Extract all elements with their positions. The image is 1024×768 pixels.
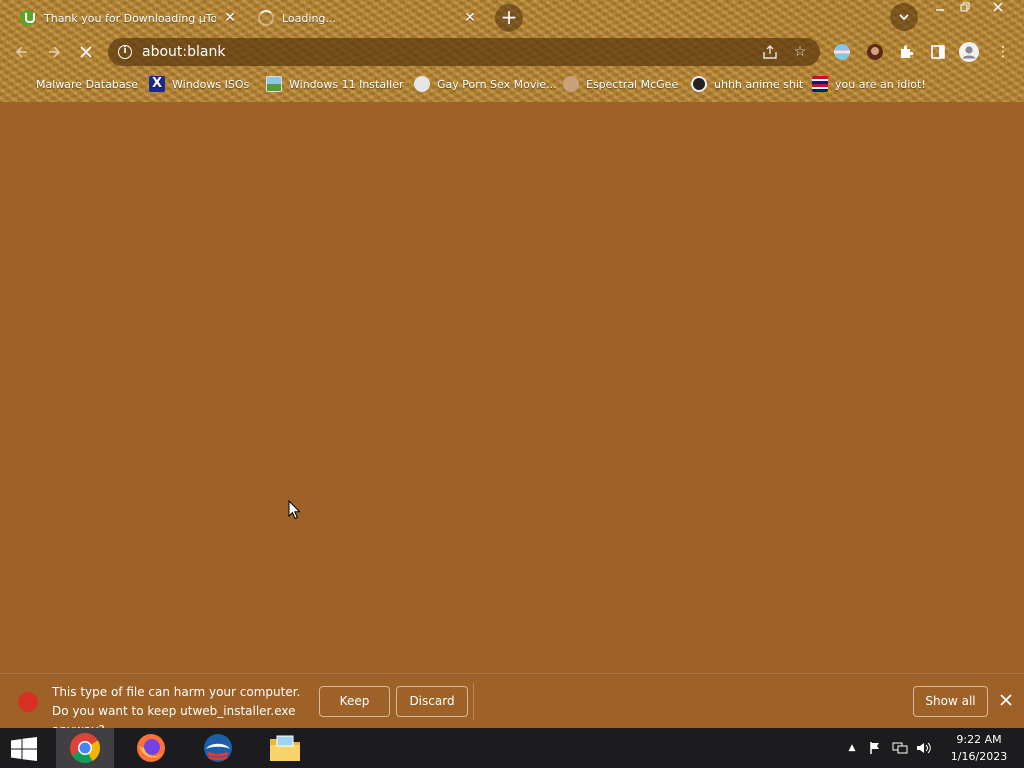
bookmark-label: Windows ISOs <box>172 77 250 91</box>
loading-spinner-icon <box>258 10 274 26</box>
bookmark-windows-isos[interactable]: X Windows ISOs <box>149 74 249 94</box>
tab-title: Thank you for Downloading µTorrent <box>44 11 216 25</box>
bookmark-label: Windows 11 Installer <box>289 77 404 91</box>
close-window-button[interactable] <box>986 0 1010 18</box>
minimize-icon <box>936 9 944 11</box>
bookmark-malware-database[interactable]: Malware Database <box>13 74 138 94</box>
tab-utorrent[interactable]: Thank you for Downloading µTorrent ✕ <box>8 4 246 32</box>
tab-search-button[interactable] <box>890 3 918 31</box>
clock-date: 1/16/2023 <box>950 750 1008 763</box>
profile-extension-icon[interactable] <box>864 41 886 63</box>
flag-icon <box>812 76 828 92</box>
utorrent-icon <box>20 10 36 26</box>
bookmark-label: Malware Database <box>36 77 139 91</box>
danger-warning-icon <box>18 692 38 712</box>
show-all-button[interactable]: Show all <box>913 686 988 717</box>
stop-button[interactable] <box>74 40 98 64</box>
close-shelf-button[interactable] <box>996 691 1016 711</box>
page-content[interactable] <box>0 102 1024 673</box>
close-icon[interactable]: ✕ <box>222 10 238 26</box>
taskbar-edge[interactable] <box>189 728 247 768</box>
share-icon[interactable] <box>760 42 780 62</box>
download-shelf: This type of file can harm your computer… <box>0 673 1024 737</box>
close-icon <box>993 2 1003 12</box>
bookmark-espectral-mcgee[interactable]: Espectral McGee <box>563 74 678 94</box>
tab-loading[interactable]: Loading... ✕ <box>250 4 486 32</box>
show-hidden-icons-chevron-up-icon[interactable]: ▲ <box>843 740 861 756</box>
arrow-left-icon <box>15 46 27 58</box>
menu-kebab-icon[interactable]: ⋮ <box>992 41 1014 63</box>
bookmark-you-are-an-idiot[interactable]: you are an idiot! <box>812 74 926 94</box>
taskbar-chrome[interactable] <box>56 728 114 768</box>
bookmark-site[interactable]: Gay Porn Sex Movie... <box>414 74 557 94</box>
extensions-puzzle-icon[interactable] <box>895 41 917 63</box>
chevron-down-icon <box>899 14 909 21</box>
info-icon[interactable]: i <box>118 45 132 59</box>
image-icon <box>266 76 282 92</box>
minimize-button[interactable] <box>928 0 952 18</box>
windows-start-icon[interactable] <box>10 737 38 761</box>
forward-button[interactable] <box>42 40 66 64</box>
bookmark-anime[interactable]: uhhh anime shit <box>691 74 803 94</box>
shelf-divider <box>473 683 474 720</box>
bookmark-label: Espectral McGee <box>586 77 679 91</box>
back-button[interactable] <box>10 40 34 64</box>
restore-button[interactable] <box>953 0 977 18</box>
bookmark-label: you are an idiot! <box>835 77 926 91</box>
address-bar[interactable]: i about:blank ☆ <box>108 38 820 66</box>
url-text[interactable]: about:blank <box>142 44 760 60</box>
mouse-cursor-icon <box>288 500 300 520</box>
profile-avatar-icon[interactable] <box>958 41 980 63</box>
browser-chrome: Thank you for Downloading µTorrent ✕ Loa… <box>0 0 1024 102</box>
bookmark-label: Gay Porn Sex Movie... <box>437 77 557 91</box>
taskbar: ▲ 9:22 AM 1/16/2023 <box>0 728 1024 768</box>
side-panel-icon[interactable] <box>927 41 949 63</box>
tab-title: Loading... <box>282 11 336 25</box>
keep-button[interactable]: Keep <box>319 686 390 717</box>
close-icon <box>1000 694 1012 706</box>
close-icon[interactable]: ✕ <box>462 10 478 26</box>
taskbar-firefox[interactable] <box>122 728 180 768</box>
x-icon: X <box>149 76 165 92</box>
network-icon[interactable] <box>891 740 909 756</box>
chrome-icon <box>70 733 101 764</box>
face-icon <box>563 76 579 92</box>
system-clock[interactable]: 9:22 AM 1/16/2023 <box>942 731 1016 765</box>
translate-extension-icon[interactable] <box>831 41 853 63</box>
bookmark-label: uhhh anime shit <box>714 77 804 91</box>
arrow-right-icon <box>49 46 61 58</box>
firefox-icon <box>137 734 165 762</box>
stop-icon <box>80 46 92 58</box>
bookmark-windows-11-installer[interactable]: Windows 11 Installer <box>266 74 404 94</box>
site-icon <box>414 76 430 92</box>
edge-icon <box>204 734 232 762</box>
taskbar-file-explorer[interactable] <box>256 728 314 768</box>
clock-time: 9:22 AM <box>956 733 1002 746</box>
action-center-flag-icon[interactable] <box>866 740 884 756</box>
restore-icon <box>960 2 970 12</box>
new-tab-button[interactable]: + <box>495 4 523 32</box>
file-explorer-icon <box>270 735 300 761</box>
volume-speaker-icon[interactable] <box>915 740 933 756</box>
bookmark-icon <box>13 76 29 92</box>
anime-icon <box>691 76 707 92</box>
discard-button[interactable]: Discard <box>396 686 468 717</box>
bookmark-star-icon[interactable]: ☆ <box>790 42 810 62</box>
